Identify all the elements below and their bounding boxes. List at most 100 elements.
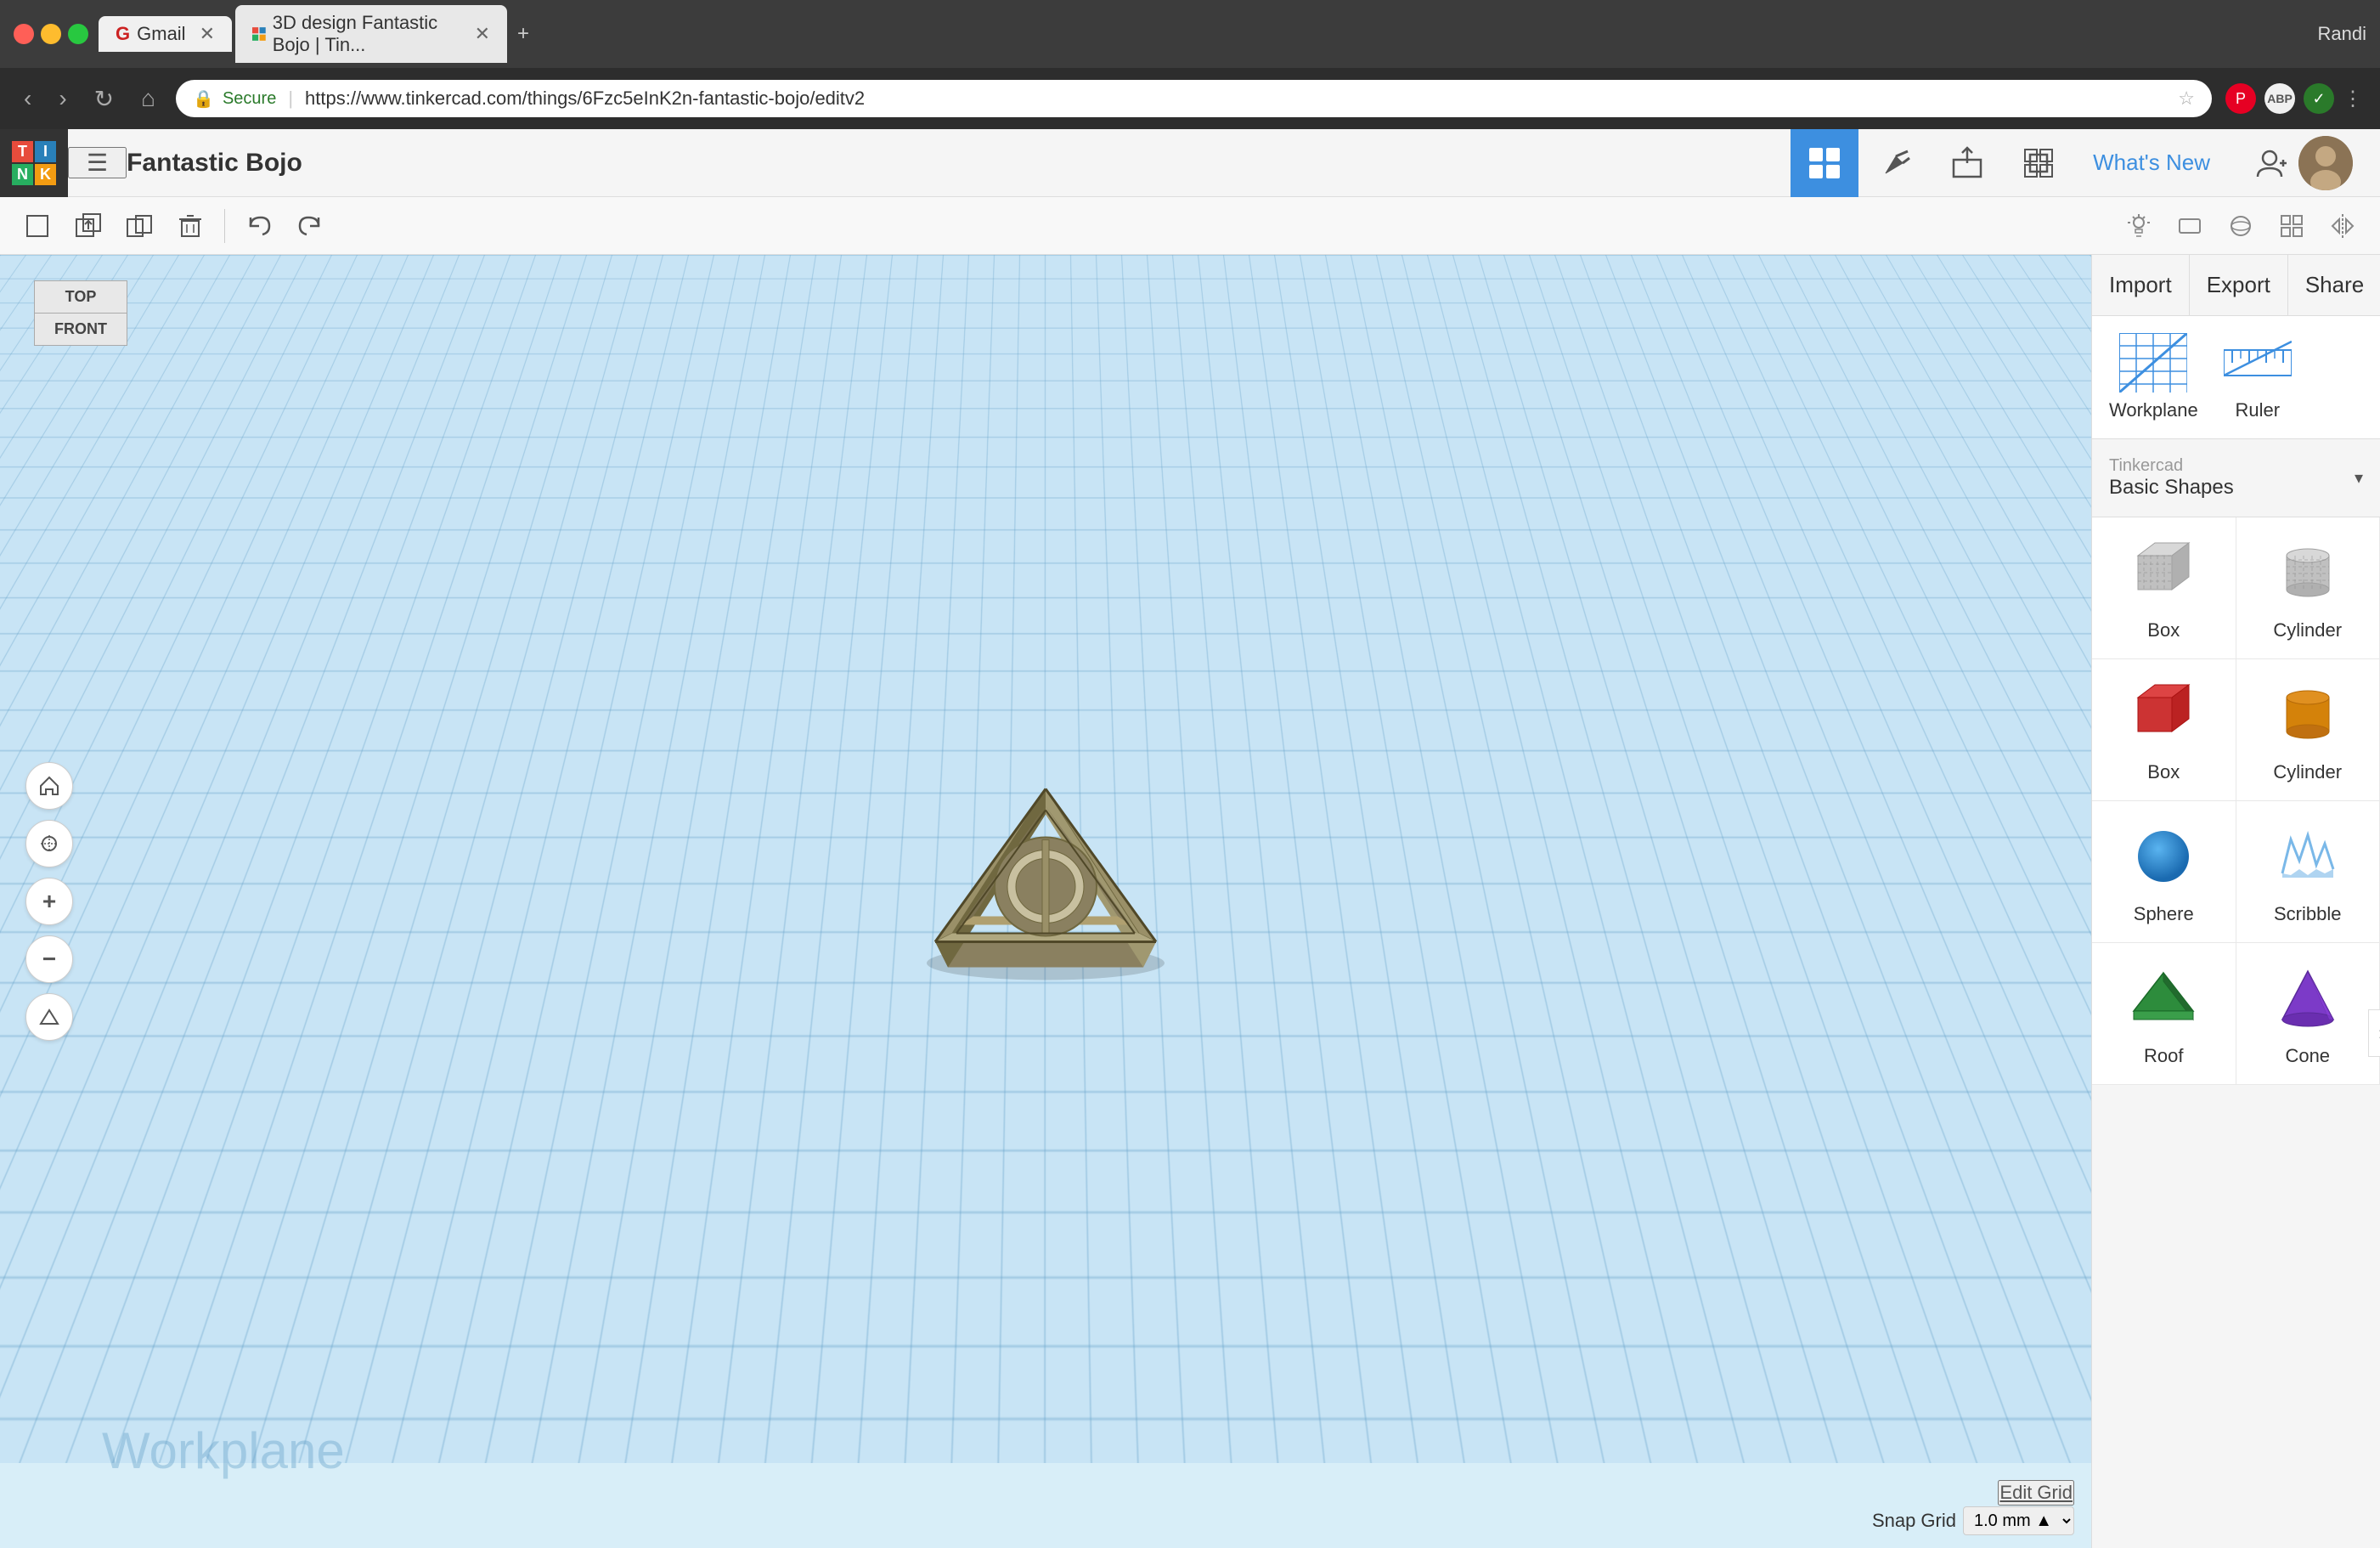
panel-expand-button[interactable]: › <box>2368 1009 2380 1057</box>
delete-button[interactable] <box>166 202 214 250</box>
roof-svg <box>2125 964 2202 1032</box>
copy-up-button[interactable] <box>65 202 112 250</box>
view-cube-front: FRONT <box>34 314 127 346</box>
forward-button[interactable]: › <box>52 82 73 116</box>
shape-scribble[interactable]: Scribble <box>2236 801 2380 943</box>
canvas-area[interactable]: TOP FRONT + − <box>0 255 2091 1548</box>
3d-object[interactable] <box>884 738 1207 997</box>
workplane-icon <box>2119 333 2187 393</box>
perspective-button[interactable] <box>25 993 73 1041</box>
shape3d-button[interactable] <box>2217 202 2264 250</box>
close-window-button[interactable] <box>14 24 34 44</box>
shape2d-button[interactable] <box>2166 202 2214 250</box>
tab-tinkercad-close[interactable]: ✕ <box>475 23 490 45</box>
export-box-button[interactable] <box>1933 129 2001 197</box>
avatar-image <box>2298 136 2353 190</box>
new-tab-button[interactable]: + <box>510 19 536 49</box>
sphere-blue-label: Sphere <box>2134 903 2194 925</box>
cone-icon <box>2265 960 2350 1037</box>
workplane-tool[interactable]: Workplane <box>2109 333 2198 421</box>
right-panel: Import Export Share <box>2091 255 2380 1548</box>
shape-sphere-blue[interactable]: Sphere <box>2092 801 2236 943</box>
logo-n: N <box>12 164 33 185</box>
url-bar[interactable]: 🔒 Secure | https://www.tinkercad.com/thi… <box>176 80 2212 117</box>
box-red-icon <box>2121 676 2206 753</box>
align-icon <box>2278 212 2305 240</box>
sphere-blue-icon <box>2121 818 2206 895</box>
dropdown-arrow-icon: ▾ <box>2355 467 2363 489</box>
panel-category: Tinkercad Basic Shapes ▾ <box>2092 439 2380 517</box>
cone-svg <box>2270 964 2346 1032</box>
zoom-in-button[interactable]: + <box>25 878 73 925</box>
toolbar <box>0 197 2380 255</box>
refresh-button[interactable]: ↻ <box>87 82 121 116</box>
export-button[interactable]: Export <box>2190 255 2288 315</box>
light-button[interactable] <box>2115 202 2163 250</box>
cylinder-orange-svg <box>2270 681 2346 749</box>
tab-tinkercad[interactable]: 3D design Fantastic Bojo | Tin... ✕ <box>235 5 507 63</box>
share-button[interactable]: Share <box>2288 255 2380 315</box>
home-button[interactable]: ⌂ <box>134 82 162 116</box>
export-box-icon <box>1950 146 1984 180</box>
main-content: TOP FRONT + − <box>0 255 2380 1548</box>
add-user-button[interactable] <box>2244 136 2298 190</box>
box-gray-svg <box>2125 539 2202 607</box>
user-avatar[interactable] <box>2298 136 2353 190</box>
duplicate-button[interactable] <box>116 202 163 250</box>
maximize-window-button[interactable] <box>68 24 88 44</box>
tab-gmail-close[interactable]: ✕ <box>200 23 215 45</box>
home-icon <box>37 774 61 798</box>
shape-box-gray[interactable]: Box <box>2092 517 2236 659</box>
view-cube[interactable]: TOP FRONT <box>34 280 127 374</box>
category-dropdown[interactable]: ▾ <box>2355 467 2363 489</box>
browser-chrome: G Gmail ✕ 3D design Fantastic Bojo | Tin… <box>0 0 2380 68</box>
menu-button[interactable]: ☰ <box>68 147 127 178</box>
toolbar-separator-1 <box>224 209 225 243</box>
tab-gmail[interactable]: G Gmail ✕ <box>99 16 232 52</box>
fit-view-button[interactable] <box>25 820 73 867</box>
mirror-button[interactable] <box>2319 202 2366 250</box>
align-button[interactable] <box>2268 202 2315 250</box>
bookmark-icon[interactable]: ☆ <box>2178 88 2195 110</box>
grid-view-button[interactable] <box>1791 129 1858 197</box>
pinterest-icon[interactable]: P <box>2225 83 2256 114</box>
shape-roof[interactable]: Roof <box>2092 943 2236 1085</box>
shape-cone[interactable]: Cone <box>2236 943 2380 1085</box>
group-button[interactable] <box>2005 129 2073 197</box>
shape-cylinder-orange[interactable]: Cylinder <box>2236 659 2380 801</box>
logo-i: I <box>35 141 56 162</box>
zoom-out-button[interactable]: − <box>25 935 73 983</box>
back-button[interactable]: ‹ <box>17 82 38 116</box>
undo-icon <box>245 212 273 240</box>
logo-k: K <box>35 164 56 185</box>
group-icon <box>2022 146 2056 180</box>
home-view-button[interactable] <box>25 762 73 810</box>
tab-gmail-title: Gmail <box>137 23 185 45</box>
redo-icon <box>296 212 324 240</box>
edit-button[interactable] <box>1862 129 1930 197</box>
extension-icon[interactable]: ✓ <box>2304 83 2334 114</box>
whats-new-button[interactable]: What's New <box>2076 150 2227 176</box>
minimize-window-button[interactable] <box>41 24 61 44</box>
view-cube-top: TOP <box>34 280 127 314</box>
undo-button[interactable] <box>235 202 283 250</box>
import-button[interactable]: Import <box>2092 255 2190 315</box>
new-object-button[interactable] <box>14 202 61 250</box>
shape-cylinder-gray[interactable]: Cylinder <box>2236 517 2380 659</box>
shape3d-icon <box>2227 212 2254 240</box>
window-controls <box>14 24 88 44</box>
box-gray-icon <box>2121 534 2206 611</box>
adblock-icon[interactable]: ABP <box>2264 83 2295 114</box>
more-tools-icon[interactable]: ⋮ <box>2343 87 2363 111</box>
edit-grid-button[interactable]: Edit Grid <box>1998 1480 2074 1506</box>
mirror-icon <box>2329 212 2356 240</box>
panel-actions: Import Export Share <box>2092 255 2380 316</box>
snap-grid-select[interactable]: 1.0 mm ▲ 0.5 mm 0.1 mm 2.0 mm <box>1963 1506 2074 1535</box>
redo-button[interactable] <box>286 202 334 250</box>
shape-box-red[interactable]: Box <box>2092 659 2236 801</box>
scribble-svg <box>2270 822 2346 890</box>
ruler-tool[interactable]: Ruler <box>2224 333 2292 421</box>
panel-tools: Workplane Ruler <box>2092 316 2380 439</box>
scribble-label: Scribble <box>2274 903 2341 925</box>
secure-indicator: 🔒 <box>193 88 214 110</box>
